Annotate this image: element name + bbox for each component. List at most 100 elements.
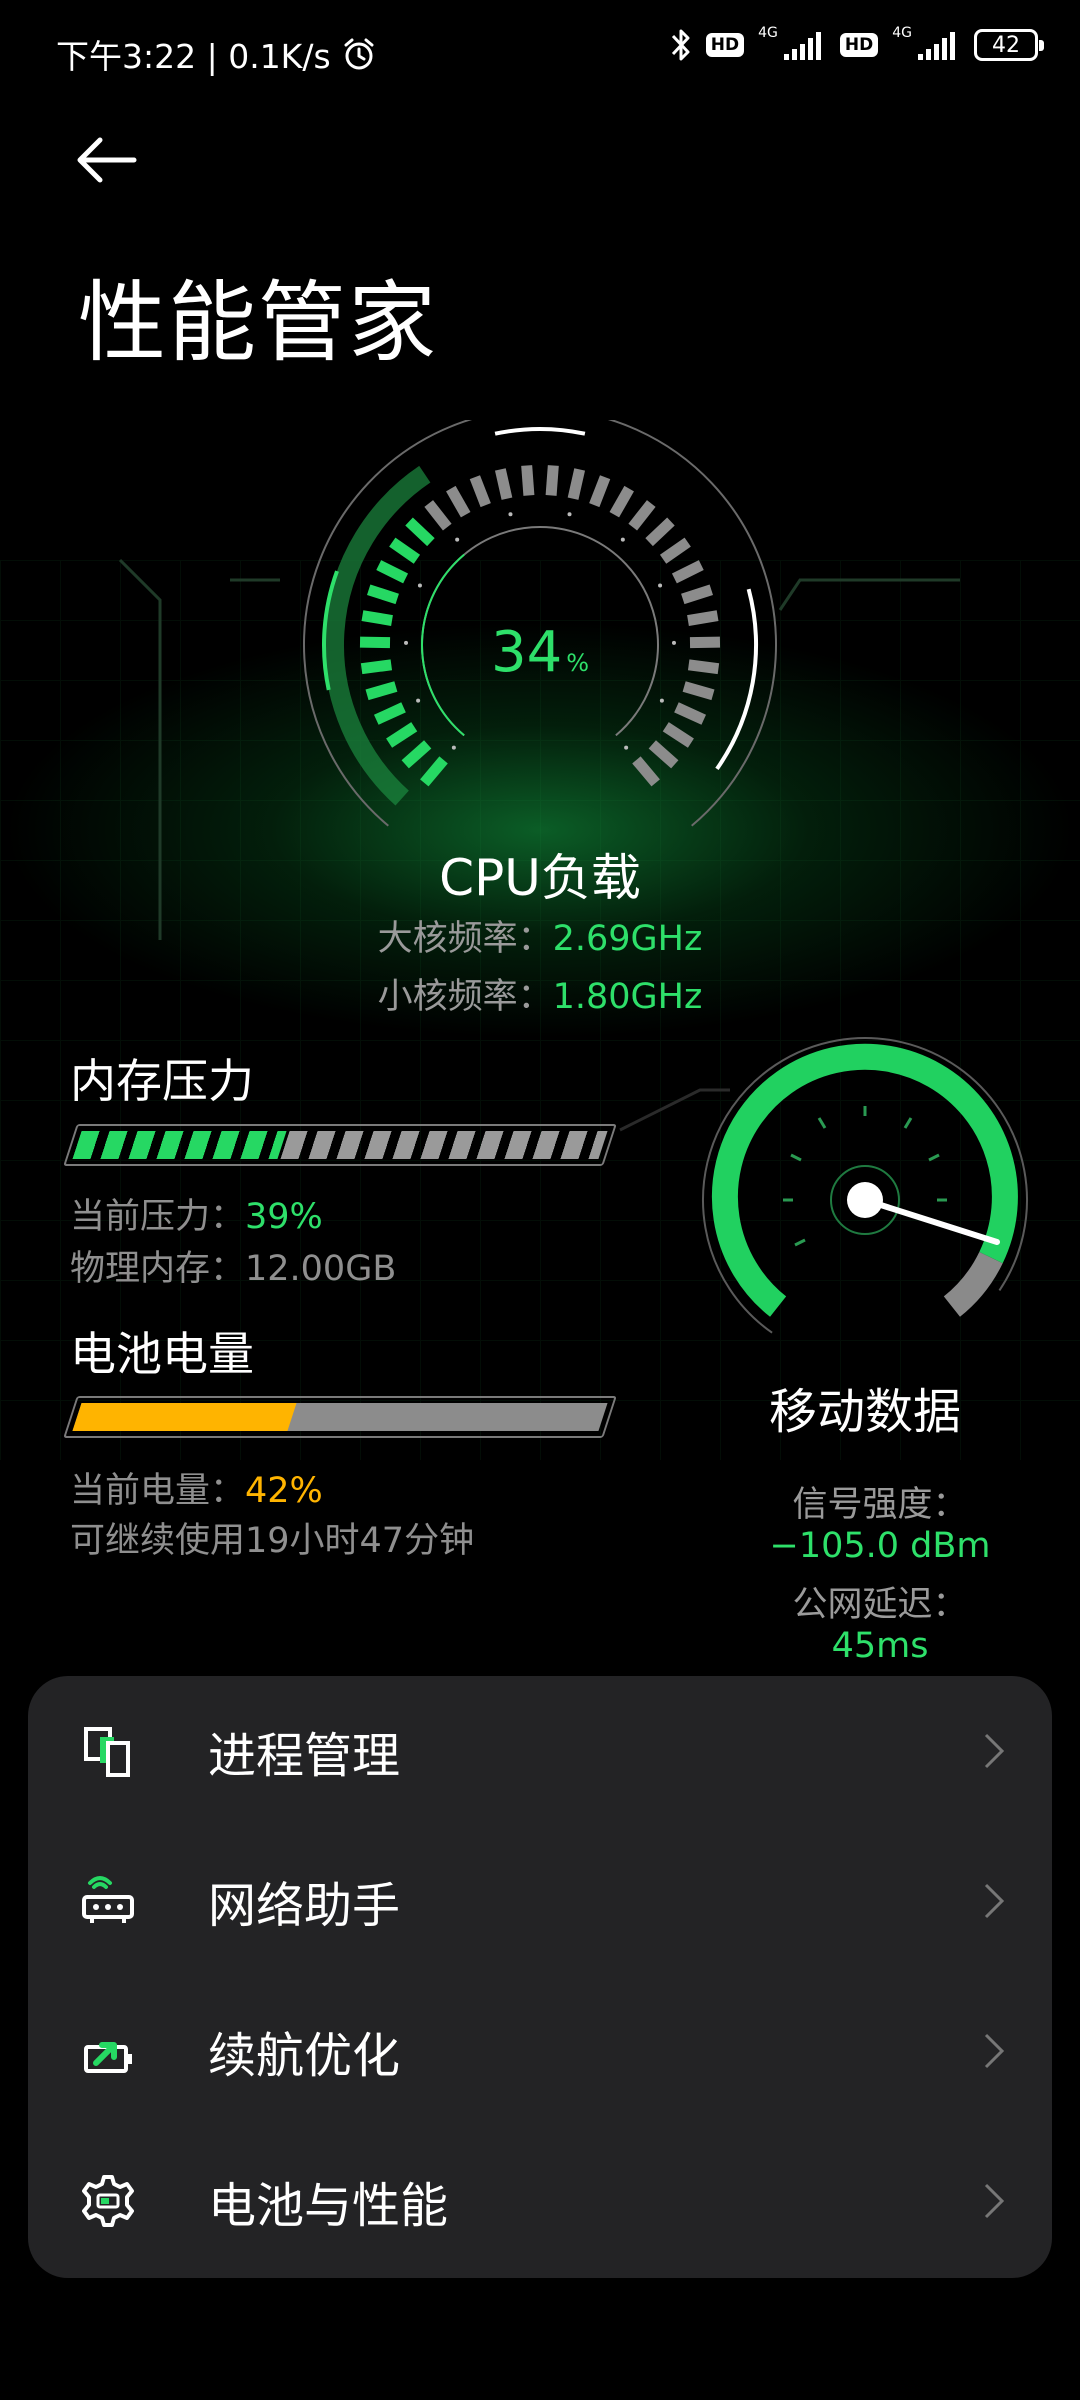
gauge-segment [389, 537, 421, 564]
gauge-dot [659, 698, 664, 703]
little-core-frequency: 小核频率：1.80GHz [0, 968, 1080, 1019]
gauge-segment [521, 465, 535, 496]
mobile-data-title: 移动数据 [768, 1384, 961, 1440]
battery-remaining-time: 可继续使用19小时47分钟 [70, 1521, 475, 1561]
signal-strength-value: −105.0 dBm [769, 1526, 991, 1566]
process-icon [84, 1727, 130, 1777]
gauge-dot [417, 583, 422, 588]
gauge-segment [446, 485, 471, 518]
gauge-segment [367, 584, 399, 605]
signal-strength-label: 信号强度： [792, 1485, 968, 1525]
network-type-2: 4G [892, 25, 912, 41]
signal-icon-1 [783, 32, 821, 60]
bluetooth-icon [671, 29, 690, 61]
gauge-segment [662, 722, 694, 748]
gauge-segment [567, 468, 586, 500]
battery-indicator: 42 [974, 29, 1044, 61]
menu-item-process-management[interactable]: 进程管理 [28, 1676, 1052, 1826]
cpu-load-unit: % [566, 649, 590, 677]
gauge-segment [589, 475, 611, 508]
status-bar: 下午3:22 | 0.1K/s HD 4G HD 4G 42 [0, 0, 1080, 104]
gauge-dot [620, 537, 625, 542]
memory-pressure-bar [63, 1124, 617, 1166]
mobile-data-gauge [702, 1036, 1028, 1340]
memory-bar-fill [72, 1131, 287, 1159]
memory-pressure-info: 当前压力：39% [70, 1188, 323, 1239]
gauge-segment [420, 756, 448, 787]
cpu-load-label: CPU负载 [439, 849, 641, 907]
battery-level-text: 42 [992, 32, 1020, 58]
gauge-segment [674, 702, 707, 725]
menu-label-network-assistant: 网络助手 [208, 1878, 401, 1934]
big-core-frequency: 大核频率：2.69GHz [0, 910, 1080, 961]
battery-bar-fill [72, 1403, 297, 1431]
chevron-right-icon [984, 1733, 1005, 1769]
battery-level-value: 42% [245, 1471, 323, 1511]
gauge-accent-top [494, 427, 586, 436]
chevron-right-icon [984, 1883, 1005, 1919]
gauge-segment [545, 465, 559, 496]
hd-badge-2: HD [839, 33, 879, 57]
time-speed-text: 下午3:22 | 0.1K/s [56, 37, 331, 76]
little-core-label: 小核频率： [377, 977, 553, 1017]
physical-memory-info: 物理内存：12.00GB [70, 1249, 397, 1289]
latency-label: 公网延迟： [792, 1585, 968, 1625]
back-button[interactable] [74, 128, 158, 192]
menu-label-battery-performance: 电池与性能 [208, 2178, 449, 2234]
gauge-dot [658, 583, 663, 588]
gauge-segment [682, 681, 715, 701]
gauge-segment [671, 560, 704, 584]
memory-bar-remaining [280, 1131, 608, 1159]
menu-label-process-management: 进程管理 [208, 1728, 401, 1784]
gauge-segment [365, 681, 398, 701]
signal-icon-2 [918, 32, 955, 60]
gauge-segment [648, 740, 679, 769]
battery-level-info: 当前电量：42% [70, 1462, 323, 1513]
cpu-load-number: 34 [490, 620, 563, 685]
gauge-dot [451, 745, 456, 750]
gauge-segment [376, 560, 409, 584]
alarm-icon [344, 38, 374, 70]
status-icons: HD 4G HD 4G 42 [670, 25, 1044, 64]
feature-menu-card: 进程管理 网络助手 续航优化 电池与性能 [28, 1676, 1052, 2278]
menu-item-battery-performance[interactable]: 电池与性能 [28, 2126, 1052, 2276]
gear-icon [82, 2175, 134, 2227]
menu-item-network-assistant[interactable]: 网络助手 [28, 1826, 1052, 1976]
hd-badge-1: HD [705, 33, 745, 57]
gauge-dot [455, 537, 460, 542]
gauge-dot [567, 512, 572, 517]
menu-item-endurance-optimization[interactable]: 续航优化 [28, 1976, 1052, 2126]
gauge-segment [632, 756, 660, 787]
menu-label-endurance-optimization: 续航优化 [208, 2028, 401, 2084]
gauge-segment [645, 517, 675, 547]
gauge-dot [508, 512, 513, 517]
battery-level-label: 当前电量： [70, 1471, 246, 1511]
gauge-segment [628, 500, 656, 531]
gauge-segment [373, 702, 406, 725]
gauge-segment [659, 537, 691, 564]
latency-value: 45ms [831, 1626, 929, 1666]
gauge-segment [469, 475, 491, 508]
memory-pressure-title: 内存压力 [70, 1054, 254, 1108]
gauge-dot [416, 698, 421, 703]
page-title: 性能管家 [78, 271, 439, 374]
back-arrow-icon [77, 137, 137, 183]
battery-boost-icon [84, 2042, 132, 2073]
gauge-segment [609, 485, 634, 518]
pressure-value: 39% [245, 1197, 323, 1237]
chevron-right-icon [984, 2033, 1005, 2069]
little-core-value: 1.80GHz [552, 977, 703, 1017]
gauge-segment [401, 740, 432, 769]
gauge-dot [624, 745, 629, 750]
big-core-value: 2.69GHz [552, 919, 703, 959]
battery-title: 电池电量 [70, 1327, 254, 1381]
router-icon [82, 1876, 134, 1923]
gauge-segment [386, 722, 418, 748]
chevron-right-icon [984, 2183, 1005, 2219]
big-core-label: 大核频率： [377, 919, 553, 959]
pressure-label: 当前压力： [70, 1197, 246, 1237]
gauge-segment [405, 517, 435, 547]
cpu-load-value: 34% [0, 620, 1080, 685]
gauge-segment [494, 468, 513, 500]
battery-level-bar [63, 1396, 617, 1438]
